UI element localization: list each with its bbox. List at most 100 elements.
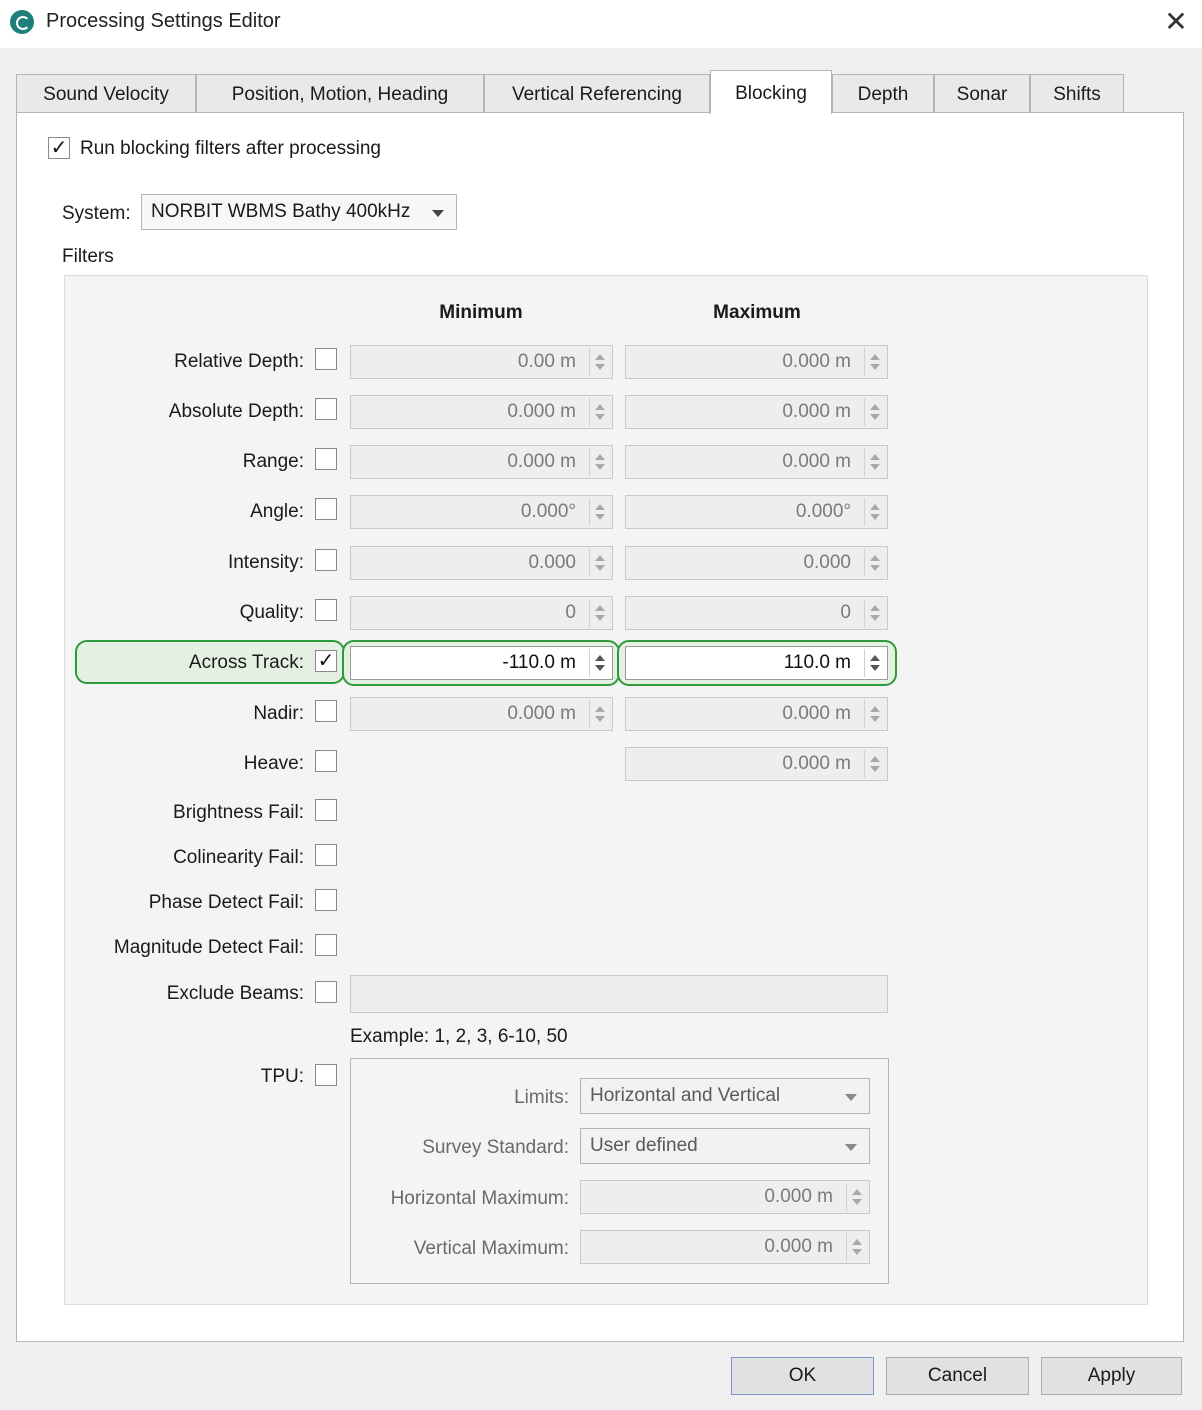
phase-detect-fail-label: Phase Detect Fail: <box>148 892 304 913</box>
tpu-checkbox[interactable] <box>315 1064 337 1086</box>
tpu-hmax-value: 0.000 m <box>764 1186 833 1207</box>
intensity-checkbox[interactable] <box>315 549 337 571</box>
intensity-max-spinbox[interactable]: 0.000 <box>625 546 888 580</box>
angle-max-spinbox[interactable]: 0.000° <box>625 495 888 529</box>
across-track-min-value: -110.0 m <box>502 652 576 673</box>
exclude-beams-input[interactable] <box>350 975 888 1013</box>
spin-arrows-icon[interactable] <box>864 649 885 677</box>
spin-arrows-icon[interactable] <box>589 549 610 577</box>
system-label: System: <box>62 203 131 224</box>
range-min-value: 0.000 m <box>507 451 576 472</box>
tab-position-motion-heading[interactable]: Position, Motion, Heading <box>196 74 484 112</box>
cancel-button[interactable]: Cancel <box>886 1357 1029 1395</box>
angle-max-value: 0.000° <box>795 501 851 522</box>
spin-arrows-icon[interactable] <box>864 348 885 376</box>
spin-arrows-icon[interactable] <box>864 599 885 627</box>
quality-checkbox[interactable] <box>315 599 337 621</box>
close-icon[interactable]: ✕ <box>1160 4 1192 40</box>
brightness-fail-label: Brightness Fail: <box>173 802 304 823</box>
heave-max-spinbox[interactable]: 0.000 m <box>625 747 888 781</box>
intensity-max-value: 0.000 <box>803 552 851 573</box>
range-checkbox[interactable] <box>315 448 337 470</box>
spin-arrows-icon[interactable] <box>864 398 885 426</box>
relative-depth-min-spinbox[interactable]: 0.00 m <box>350 345 613 379</box>
brightness-fail-checkbox[interactable] <box>315 799 337 821</box>
absolute-depth-label: Absolute Depth: <box>168 401 304 422</box>
system-value: NORBIT WBMS Bathy 400kHz <box>151 201 411 222</box>
tab-vertical-referencing[interactable]: Vertical Referencing <box>484 74 710 112</box>
spin-arrows-icon[interactable] <box>589 599 610 627</box>
heave-checkbox[interactable] <box>315 750 337 772</box>
heave-label: Heave: <box>243 753 304 774</box>
spin-arrows-icon[interactable] <box>589 700 610 728</box>
angle-label: Angle: <box>250 501 304 522</box>
spin-arrows-icon[interactable] <box>864 750 885 778</box>
tpu-limits-dropdown[interactable]: Horizontal and Vertical <box>580 1078 870 1114</box>
spin-arrows-icon[interactable] <box>589 649 610 677</box>
range-max-spinbox[interactable]: 0.000 m <box>625 445 888 479</box>
spin-arrows-icon[interactable] <box>864 448 885 476</box>
spin-arrows-icon[interactable] <box>864 700 885 728</box>
quality-max-spinbox[interactable]: 0 <box>625 596 888 630</box>
tpu-standard-dropdown[interactable]: User defined <box>580 1128 870 1164</box>
tpu-limits-value: Horizontal and Vertical <box>590 1085 781 1106</box>
nadir-checkbox[interactable] <box>315 700 337 722</box>
spin-arrows-icon[interactable] <box>846 1183 867 1211</box>
intensity-min-spinbox[interactable]: 0.000 <box>350 546 613 580</box>
tab-shifts[interactable]: Shifts <box>1030 74 1124 112</box>
range-max-value: 0.000 m <box>782 451 851 472</box>
tpu-label: TPU: <box>260 1066 304 1087</box>
run-blocking-checkbox[interactable]: ✓ <box>48 137 70 159</box>
spin-arrows-icon[interactable] <box>864 498 885 526</box>
exclude-beams-checkbox[interactable] <box>315 981 337 1003</box>
apply-button[interactable]: Apply <box>1041 1357 1182 1395</box>
tpu-standard-value: User defined <box>590 1135 698 1156</box>
tpu-standard-label: Survey Standard: <box>422 1137 569 1158</box>
nadir-max-spinbox[interactable]: 0.000 m <box>625 697 888 731</box>
range-min-spinbox[interactable]: 0.000 m <box>350 445 613 479</box>
maximum-header: Maximum <box>713 302 801 323</box>
quality-min-spinbox[interactable]: 0 <box>350 596 613 630</box>
quality-label: Quality: <box>239 602 304 623</box>
angle-min-value: 0.000° <box>520 501 576 522</box>
exclude-beams-label: Exclude Beams: <box>166 983 304 1004</box>
spin-arrows-icon[interactable] <box>589 398 610 426</box>
spin-arrows-icon[interactable] <box>589 498 610 526</box>
across-track-max-spinbox[interactable]: 110.0 m <box>625 646 888 680</box>
chevron-down-icon <box>432 210 444 217</box>
absolute-depth-checkbox[interactable] <box>315 398 337 420</box>
tpu-hmax-spinbox[interactable]: 0.000 m <box>580 1180 870 1214</box>
absolute-depth-max-spinbox[interactable]: 0.000 m <box>625 395 888 429</box>
phase-detect-fail-checkbox[interactable] <box>315 889 337 911</box>
across-track-max-value: 110.0 m <box>783 652 851 673</box>
tab-blocking[interactable]: Blocking <box>710 70 832 114</box>
heave-max-value: 0.000 m <box>782 753 851 774</box>
spin-arrows-icon[interactable] <box>846 1233 867 1261</box>
spin-arrows-icon[interactable] <box>864 549 885 577</box>
tpu-vmax-spinbox[interactable]: 0.000 m <box>580 1230 870 1264</box>
system-dropdown[interactable]: NORBIT WBMS Bathy 400kHz <box>141 194 457 230</box>
tab-depth[interactable]: Depth <box>832 74 934 112</box>
angle-min-spinbox[interactable]: 0.000° <box>350 495 613 529</box>
magnitude-detect-fail-checkbox[interactable] <box>315 934 337 956</box>
angle-checkbox[interactable] <box>315 498 337 520</box>
ok-button[interactable]: OK <box>731 1357 874 1395</box>
range-label: Range: <box>242 451 304 472</box>
tab-sound-velocity[interactable]: Sound Velocity <box>16 74 196 112</box>
relative-depth-max-spinbox[interactable]: 0.000 m <box>625 345 888 379</box>
absolute-depth-min-spinbox[interactable]: 0.000 m <box>350 395 613 429</box>
nadir-label: Nadir: <box>253 703 304 724</box>
relative-depth-checkbox[interactable] <box>315 348 337 370</box>
spin-arrows-icon[interactable] <box>589 448 610 476</box>
absolute-depth-min-value: 0.000 m <box>507 401 576 422</box>
spin-arrows-icon[interactable] <box>589 348 610 376</box>
tab-sonar[interactable]: Sonar <box>934 74 1030 112</box>
across-track-min-spinbox[interactable]: -110.0 m <box>350 646 613 680</box>
relative-depth-max-value: 0.000 m <box>782 351 851 372</box>
colinearity-fail-checkbox[interactable] <box>315 844 337 866</box>
nadir-min-spinbox[interactable]: 0.000 m <box>350 697 613 731</box>
across-track-checkbox[interactable]: ✓ <box>315 650 337 672</box>
relative-depth-min-value: 0.00 m <box>517 351 576 372</box>
window-title: Processing Settings Editor <box>46 10 281 32</box>
tpu-vmax-label: Vertical Maximum: <box>413 1238 569 1259</box>
